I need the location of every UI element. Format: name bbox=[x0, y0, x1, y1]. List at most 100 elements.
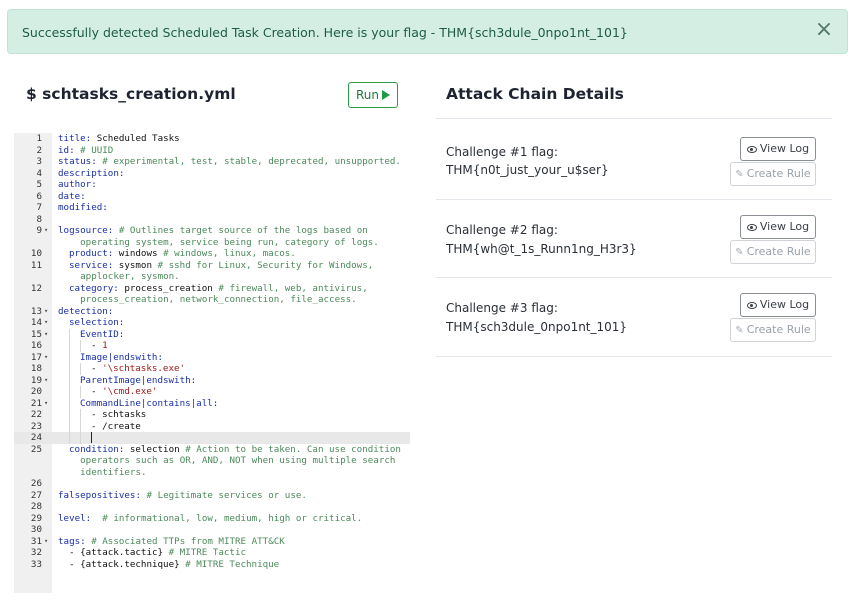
code-line: 2 id: # UUID bbox=[14, 145, 410, 157]
eye-icon bbox=[746, 301, 757, 309]
pencil-icon: ✎ bbox=[735, 169, 744, 180]
line-number: 17 bbox=[30, 351, 42, 363]
code-line: 23 - /create bbox=[14, 420, 410, 432]
code-line: 30 bbox=[14, 524, 410, 536]
code-text: - schtasks bbox=[58, 409, 410, 421]
line-number: 8 bbox=[36, 213, 42, 225]
code-token: condition: bbox=[69, 443, 125, 455]
code-text: category: process_creation # firewall, w… bbox=[58, 283, 410, 306]
divider bbox=[436, 356, 832, 357]
code-token: process_creation bbox=[118, 282, 213, 294]
code-token: # Legitimate services or use. bbox=[140, 489, 307, 501]
code-text: ParentImage|endswith: bbox=[58, 374, 410, 386]
challenge-3-flag: THM{sch3dule_0npo1nt_101} bbox=[446, 320, 628, 334]
code-line: 21 ▾ CommandLine|contains|all: bbox=[14, 397, 410, 410]
view-log-button-3[interactable]: View Log bbox=[740, 293, 816, 317]
line-number: 2 bbox=[36, 144, 42, 156]
code-token: Scheduled Tasks bbox=[91, 133, 180, 144]
create-rule-label: Create Rule bbox=[746, 167, 811, 180]
code-line: 10 product: windows # windows, linux, mac… bbox=[14, 248, 410, 260]
fold-toggle-icon[interactable]: ▾ bbox=[44, 536, 48, 548]
code-token: sysmon bbox=[113, 259, 152, 271]
fold-toggle-icon[interactable]: ▾ bbox=[44, 329, 48, 341]
create-rule-button-2[interactable]: ✎ Create Rule bbox=[730, 240, 816, 264]
code-line: 28 bbox=[14, 501, 410, 513]
code-token: status: bbox=[58, 156, 97, 167]
line-number: 29 bbox=[30, 512, 42, 524]
create-rule-label: Create Rule bbox=[746, 323, 811, 336]
code-text: - {attack.technique} # MITRE Technique bbox=[58, 559, 410, 571]
view-log-button-1[interactable]: View Log bbox=[740, 137, 816, 161]
line-number: 1 bbox=[36, 133, 42, 144]
create-rule-button-1[interactable]: ✎ Create Rule bbox=[730, 162, 816, 186]
run-button[interactable]: Run bbox=[348, 82, 398, 108]
code-token: title: bbox=[58, 133, 92, 144]
close-icon[interactable]: × bbox=[813, 19, 835, 43]
code-line: 9 ▾ logsource: # Outlines target source of… bbox=[14, 225, 410, 248]
line-number: 13 bbox=[30, 305, 42, 317]
code-token: - bbox=[91, 386, 103, 397]
code-token: '\schtasks.exe' bbox=[102, 363, 186, 374]
code-token: # MITRE Technique bbox=[179, 558, 280, 570]
code-line: 29 level: # informational, low, medium, h… bbox=[14, 513, 410, 525]
code-text: author: bbox=[58, 179, 410, 191]
line-number: 30 bbox=[30, 524, 42, 535]
code-text: CommandLine|contains|all: bbox=[58, 397, 410, 409]
code-line: 32 - {attack.tactic} # MITRE Tactic bbox=[14, 547, 410, 559]
fold-toggle-icon[interactable]: ▾ bbox=[44, 225, 48, 237]
code-line: 26 bbox=[14, 478, 410, 490]
code-editor[interactable]: 1 title: Scheduled Tasks 2 id: # UUID 3 statu… bbox=[14, 133, 410, 593]
code-token: category: bbox=[69, 282, 119, 294]
fold-toggle-icon[interactable]: ▾ bbox=[44, 306, 48, 318]
code-line: 17 ▾ Image|endswith: bbox=[14, 351, 410, 364]
code-token: level: bbox=[58, 512, 92, 524]
code-line: 7 modified: bbox=[14, 202, 410, 214]
code-line: 8 bbox=[14, 214, 410, 226]
line-number: 22 bbox=[30, 409, 42, 420]
code-token: modified: bbox=[58, 202, 108, 213]
line-number: 10 bbox=[30, 248, 42, 259]
code-text: logsource: # Outlines target source of t… bbox=[58, 225, 410, 248]
code-text: condition: selection # Action to be take… bbox=[58, 444, 410, 479]
code-text: status: # experimental, test, stable, de… bbox=[58, 156, 410, 168]
code-token: logsource: bbox=[58, 225, 114, 236]
code-text: - 1 bbox=[58, 340, 410, 352]
fold-toggle-icon[interactable]: ▾ bbox=[44, 375, 48, 387]
challenge-1-label: Challenge #1 flag: bbox=[446, 145, 558, 159]
view-log-label: View Log bbox=[759, 298, 810, 311]
line-number: 23 bbox=[30, 420, 42, 432]
code-text bbox=[58, 432, 410, 444]
play-icon bbox=[382, 90, 390, 100]
line-number: 21 bbox=[30, 397, 42, 409]
fold-toggle-icon[interactable]: ▾ bbox=[44, 317, 48, 329]
code-token: author: bbox=[58, 179, 97, 190]
code-text: - '\cmd.exe' bbox=[58, 386, 410, 398]
line-number: 4 bbox=[36, 167, 42, 179]
create-rule-button-3[interactable]: ✎ Create Rule bbox=[730, 318, 816, 342]
line-number: 18 bbox=[30, 363, 42, 374]
alert-message: Successfully detected Scheduled Task Cre… bbox=[22, 25, 628, 40]
code-token: EventID: bbox=[80, 328, 125, 340]
code-text: level: # informational, low, medium, hig… bbox=[58, 513, 410, 525]
file-title: $ schtasks_creation.yml bbox=[26, 85, 236, 103]
line-number: 3 bbox=[36, 156, 42, 167]
line-number: 24 bbox=[30, 432, 42, 443]
challenge-3-label: Challenge #3 flag: bbox=[446, 301, 558, 315]
fold-toggle-icon[interactable]: ▾ bbox=[44, 398, 48, 410]
code-token: '\cmd.exe' bbox=[102, 386, 158, 397]
code-line: 6 date: bbox=[14, 191, 410, 203]
line-number: 16 bbox=[30, 340, 42, 351]
code-token: # MITRE Tactic bbox=[163, 547, 247, 558]
view-log-button-2[interactable]: View Log bbox=[740, 215, 816, 239]
code-token: - bbox=[91, 340, 103, 351]
pencil-icon: ✎ bbox=[735, 247, 744, 258]
code-line: 3 status: # experimental, test, stable, d… bbox=[14, 156, 410, 168]
fold-toggle-icon[interactable]: ▾ bbox=[44, 352, 48, 364]
code-text: detection: bbox=[58, 306, 410, 318]
success-alert: Successfully detected Scheduled Task Cre… bbox=[7, 9, 848, 54]
code-token: 1 bbox=[102, 340, 108, 351]
line-number: 25 bbox=[30, 443, 42, 455]
code-line: 12 category: process_creation # firewall,… bbox=[14, 283, 410, 306]
divider bbox=[436, 118, 832, 119]
code-line: 33 - {attack.technique} # MITRE Technique bbox=[14, 559, 410, 571]
